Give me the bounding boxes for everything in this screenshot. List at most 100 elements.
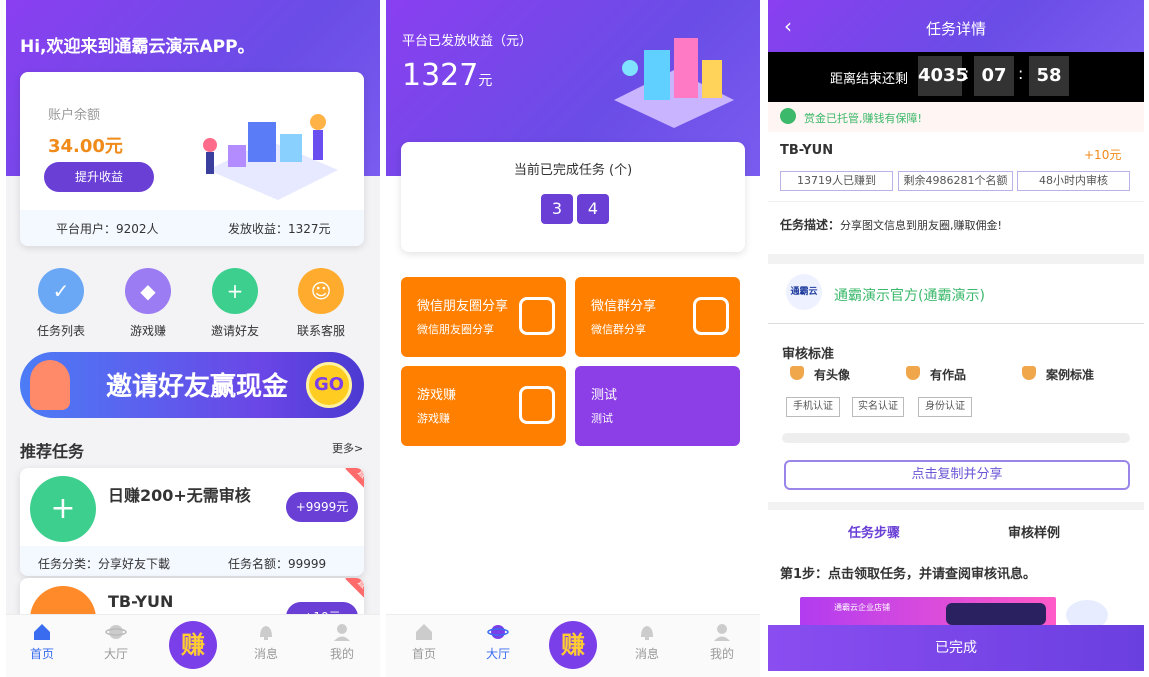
countdown-colon: : — [964, 64, 970, 83]
task-description: 任务描述：分享图文信息到朋友圈,赚取佣金! — [780, 216, 1002, 233]
guarantee-text: 赏金已托管,赚钱有保障! — [804, 112, 922, 125]
tab-task-steps[interactable]: 任务步骤 — [848, 522, 900, 541]
paid-value: 1327 — [402, 58, 479, 93]
paid-label: 平台已发放收益（元） — [402, 34, 533, 49]
reward-button[interactable]: +9999元 — [286, 492, 358, 522]
tile-test[interactable]: 测试 测试 — [575, 366, 740, 446]
task-name: TB-YUN — [780, 143, 834, 158]
progress-track — [782, 433, 1130, 443]
user-icon — [714, 624, 730, 641]
desc-text: 分享图文信息到朋友圈,赚取佣金! — [840, 219, 1002, 232]
home-icon — [416, 624, 432, 640]
tile-subtitle: 微信朋友圈分享 — [417, 323, 494, 336]
tab-messages[interactable]: 消息 — [619, 621, 675, 662]
task-title: TB-YUN — [108, 592, 174, 611]
raise-income-button[interactable]: 提升收益 — [44, 162, 154, 192]
review-title: 审核标准 — [782, 347, 835, 362]
phone-mockup — [946, 603, 1046, 625]
task-quota: 任务名额：99999 — [228, 557, 327, 571]
balance-value: 34.00元 — [48, 136, 123, 157]
count-digit: 3 — [541, 194, 573, 224]
home-icon — [34, 624, 50, 640]
tab-bar: 首页 大厅 赚 消息 我的 — [6, 614, 380, 677]
video-camera-icon — [519, 386, 555, 424]
countdown-hours: 4035 — [918, 56, 968, 96]
countdown-seconds: 58 — [1029, 56, 1069, 96]
count-digit: 4 — [577, 194, 609, 224]
earned-count-chip: 13719人已赚到 — [780, 171, 893, 191]
section-gap — [768, 502, 1144, 510]
tile-game-earn[interactable]: 游戏赚 游戏赚 — [401, 366, 566, 446]
tile-title: 微信朋友圈分享 — [417, 299, 509, 314]
tab-label: 首页 — [29, 647, 54, 661]
isometric-illustration — [203, 114, 338, 200]
shortcut-invite[interactable]: + 邀请好友 — [210, 268, 260, 339]
tab-mine[interactable]: 我的 — [314, 621, 370, 662]
review-item: 案例标准 — [1046, 368, 1095, 382]
shortcut-task-list[interactable]: ✓ 任务列表 — [36, 268, 86, 339]
shortcut-game-earn[interactable]: ◆ 游戏赚 — [123, 268, 173, 339]
shortcut-support[interactable]: ☺ 联系客服 — [296, 268, 346, 339]
tile-wechat-group[interactable]: 微信群分享 微信群分享 — [575, 277, 740, 357]
remaining-quota-chip: 剩余4986281个名额 — [898, 171, 1013, 191]
step-text: 第1步：点击领取任务，并请查阅审核讯息。 — [780, 567, 1037, 582]
badge-check-icon — [1022, 366, 1036, 380]
divider — [768, 323, 1144, 324]
tile-title: 游戏赚 — [417, 388, 457, 403]
review-item: 有作品 — [930, 368, 967, 382]
completed-label: 当前已完成任务 (个) — [513, 163, 633, 178]
badge-check-icon — [906, 366, 920, 380]
earn-button[interactable]: 赚 — [169, 621, 217, 669]
section-gap — [768, 254, 1144, 264]
recommend-title: 推荐任务 — [20, 442, 85, 461]
tile-subtitle: 测试 — [591, 412, 613, 425]
paid-total: 1327元 — [402, 58, 492, 93]
tab-home[interactable]: 首页 — [14, 621, 70, 662]
invite-banner[interactable]: 邀请好友赢现金 GO — [20, 352, 364, 418]
more-link[interactable]: 更多> — [332, 440, 363, 456]
tab-label: 我的 — [709, 647, 734, 661]
hall-screen: 平台已发放收益（元） 1327元 当前已完成任务 (个) 3 4 微信朋友圈分享… — [386, 0, 760, 677]
balance-card: 账户余额 34.00元 提升收益 平台用户：9202人 发放收益：1327元 — [20, 72, 364, 246]
add-user-icon: + — [30, 476, 96, 542]
isometric-city-illustration — [614, 38, 734, 128]
completed-card: 当前已完成任务 (个) 3 4 — [401, 142, 745, 252]
completed-button[interactable]: 已完成 — [768, 625, 1144, 671]
countdown-colon: : — [1018, 64, 1024, 83]
tab-label: 消息 — [253, 647, 278, 661]
publisher-name[interactable]: 通霸演示官方(通霸演示) — [834, 285, 985, 305]
diamond-icon: ◆ — [125, 268, 171, 314]
tab-hall[interactable]: 大厅 — [88, 621, 144, 662]
planet-icon — [487, 625, 509, 639]
tile-wechat-moments[interactable]: 微信朋友圈分享 微信朋友圈分享 — [401, 277, 566, 357]
preview-caption: 通霸云企业店铺 — [834, 603, 890, 612]
task-detail-screen: ‹ 任务详情 距离结束还剩 4035 : 07 : 58 赏金已托管,赚钱有保障… — [768, 0, 1144, 677]
tab-label: 消息 — [634, 647, 659, 661]
tab-label: 我的 — [329, 647, 354, 661]
copy-share-button[interactable]: 点击复制并分享 — [784, 460, 1130, 490]
tab-hall[interactable]: 大厅 — [470, 621, 526, 662]
bell-icon — [641, 626, 653, 640]
tab-label: 首页 — [411, 647, 436, 661]
tab-home[interactable]: 首页 — [396, 621, 452, 662]
page-title: 任务详情 — [925, 20, 986, 38]
tab-review-samples[interactable]: 审核样例 — [1008, 522, 1060, 541]
task-title: 日赚200+无需审核 — [108, 486, 251, 505]
tile-title: 测试 — [591, 388, 618, 403]
paid-unit: 元 — [478, 73, 493, 89]
user-icon — [334, 624, 350, 641]
banner-text: 邀请好友赢现金 — [106, 372, 289, 402]
tab-label: 大厅 — [485, 647, 510, 661]
clipboard-check-icon: ✓ — [38, 268, 84, 314]
countdown-label: 距离结束还剩 — [830, 72, 909, 87]
tab-label: 大厅 — [103, 647, 128, 661]
earn-button[interactable]: 赚 — [549, 621, 597, 669]
desc-label: 任务描述： — [780, 218, 841, 232]
task-card[interactable]: + 日赚200+无需审核 +9999元 置顶 任务分类：分享好友下載 任务名额：… — [20, 468, 364, 576]
tile-subtitle: 游戏赚 — [417, 412, 450, 425]
tab-messages[interactable]: 消息 — [238, 621, 294, 662]
tab-mine[interactable]: 我的 — [694, 621, 750, 662]
shortcut-label: 邀请好友 — [210, 324, 259, 338]
welcome-text: Hi,欢迎来到通霸云演示APP。 — [20, 37, 255, 57]
video-camera-icon — [519, 297, 555, 335]
